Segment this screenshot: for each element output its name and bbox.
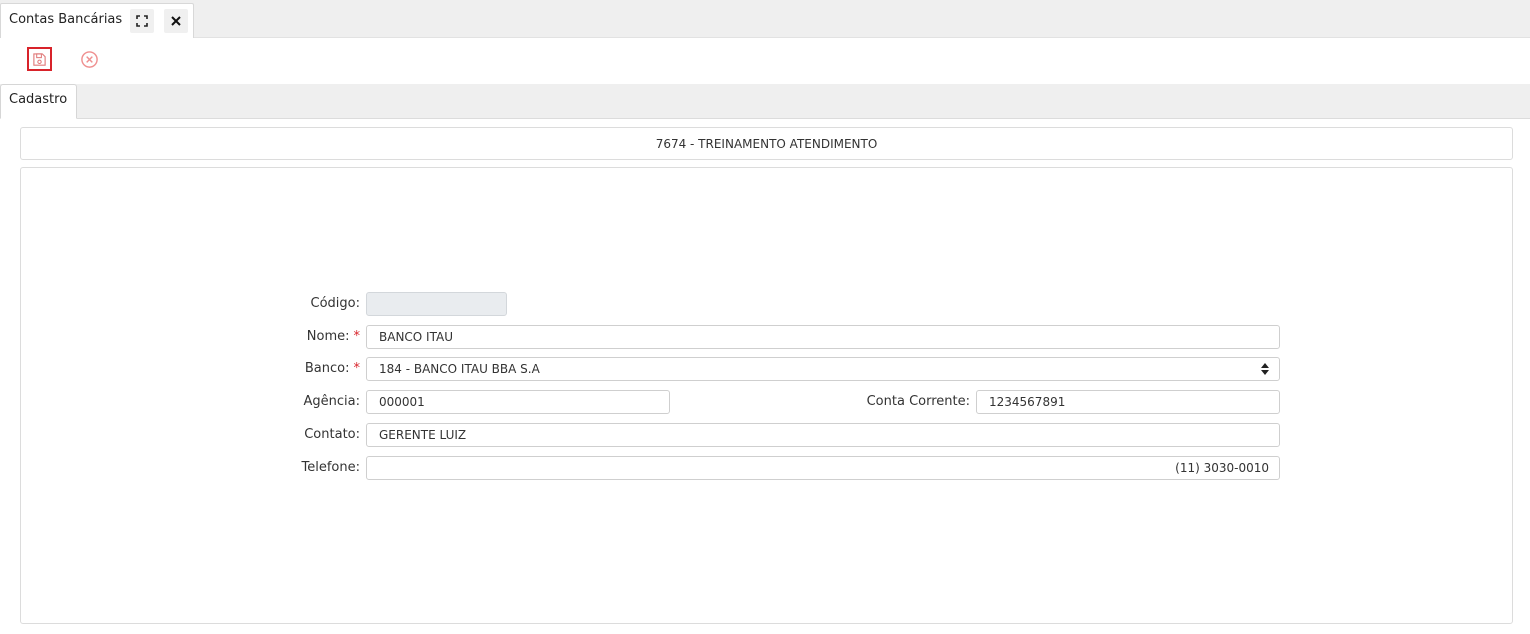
nome-label: Nome: * (306, 329, 361, 344)
banco-label: Banco: * (304, 361, 361, 376)
contato-input[interactable]: GERENTE LUIZ (366, 423, 1280, 447)
contato-value: GERENTE LUIZ (379, 428, 467, 442)
close-tab-button[interactable] (164, 9, 188, 33)
form-panel (20, 167, 1513, 624)
agencia-value: 000001 (379, 395, 425, 409)
banco-required-mark: * (353, 361, 361, 376)
expand-icon (136, 15, 148, 27)
cancel-button[interactable] (78, 48, 100, 70)
save-button[interactable] (27, 47, 52, 71)
conta-corrente-label: Conta Corrente: (866, 394, 970, 409)
nome-value: BANCO ITAU (379, 330, 453, 344)
contato-label: Contato: (304, 427, 360, 442)
conta-corrente-value: 1234567891 (989, 395, 1066, 409)
telefone-value: (11) 3030-0010 (1175, 461, 1269, 475)
nome-input[interactable]: BANCO ITAU (366, 325, 1280, 349)
sort-arrows-icon (1261, 363, 1269, 375)
floppy-disk-icon (33, 52, 46, 66)
section-tabs: Cadastro (0, 84, 1530, 119)
window-tab-bar: Contas Bancárias (0, 0, 1530, 38)
window-tab-contas-bancarias[interactable]: Contas Bancárias (0, 3, 194, 38)
telefone-label: Telefone: (301, 460, 361, 475)
company-header: 7674 - TREINAMENTO ATENDIMENTO (20, 127, 1513, 160)
nome-required-mark: * (353, 329, 361, 344)
close-icon (171, 16, 181, 26)
codigo-field (366, 292, 507, 316)
banco-select[interactable]: 184 - BANCO ITAU BBA S.A (366, 357, 1280, 381)
company-label: 7674 - TREINAMENTO ATENDIMENTO (655, 136, 878, 151)
toolbar (0, 38, 1530, 84)
maximize-button[interactable] (130, 9, 154, 33)
tab-cadastro-label: Cadastro (9, 92, 68, 107)
conta-corrente-input[interactable]: 1234567891 (976, 390, 1280, 414)
codigo-label: Código: (310, 296, 360, 311)
telefone-input[interactable]: (11) 3030-0010 (366, 456, 1280, 480)
tab-cadastro[interactable]: Cadastro (0, 84, 77, 119)
window-tab-title: Contas Bancárias (9, 12, 123, 27)
banco-value: 184 - BANCO ITAU BBA S.A (379, 362, 540, 376)
agencia-label: Agência: (303, 394, 361, 409)
circle-x-icon (80, 50, 98, 68)
agencia-input[interactable]: 000001 (366, 390, 670, 414)
